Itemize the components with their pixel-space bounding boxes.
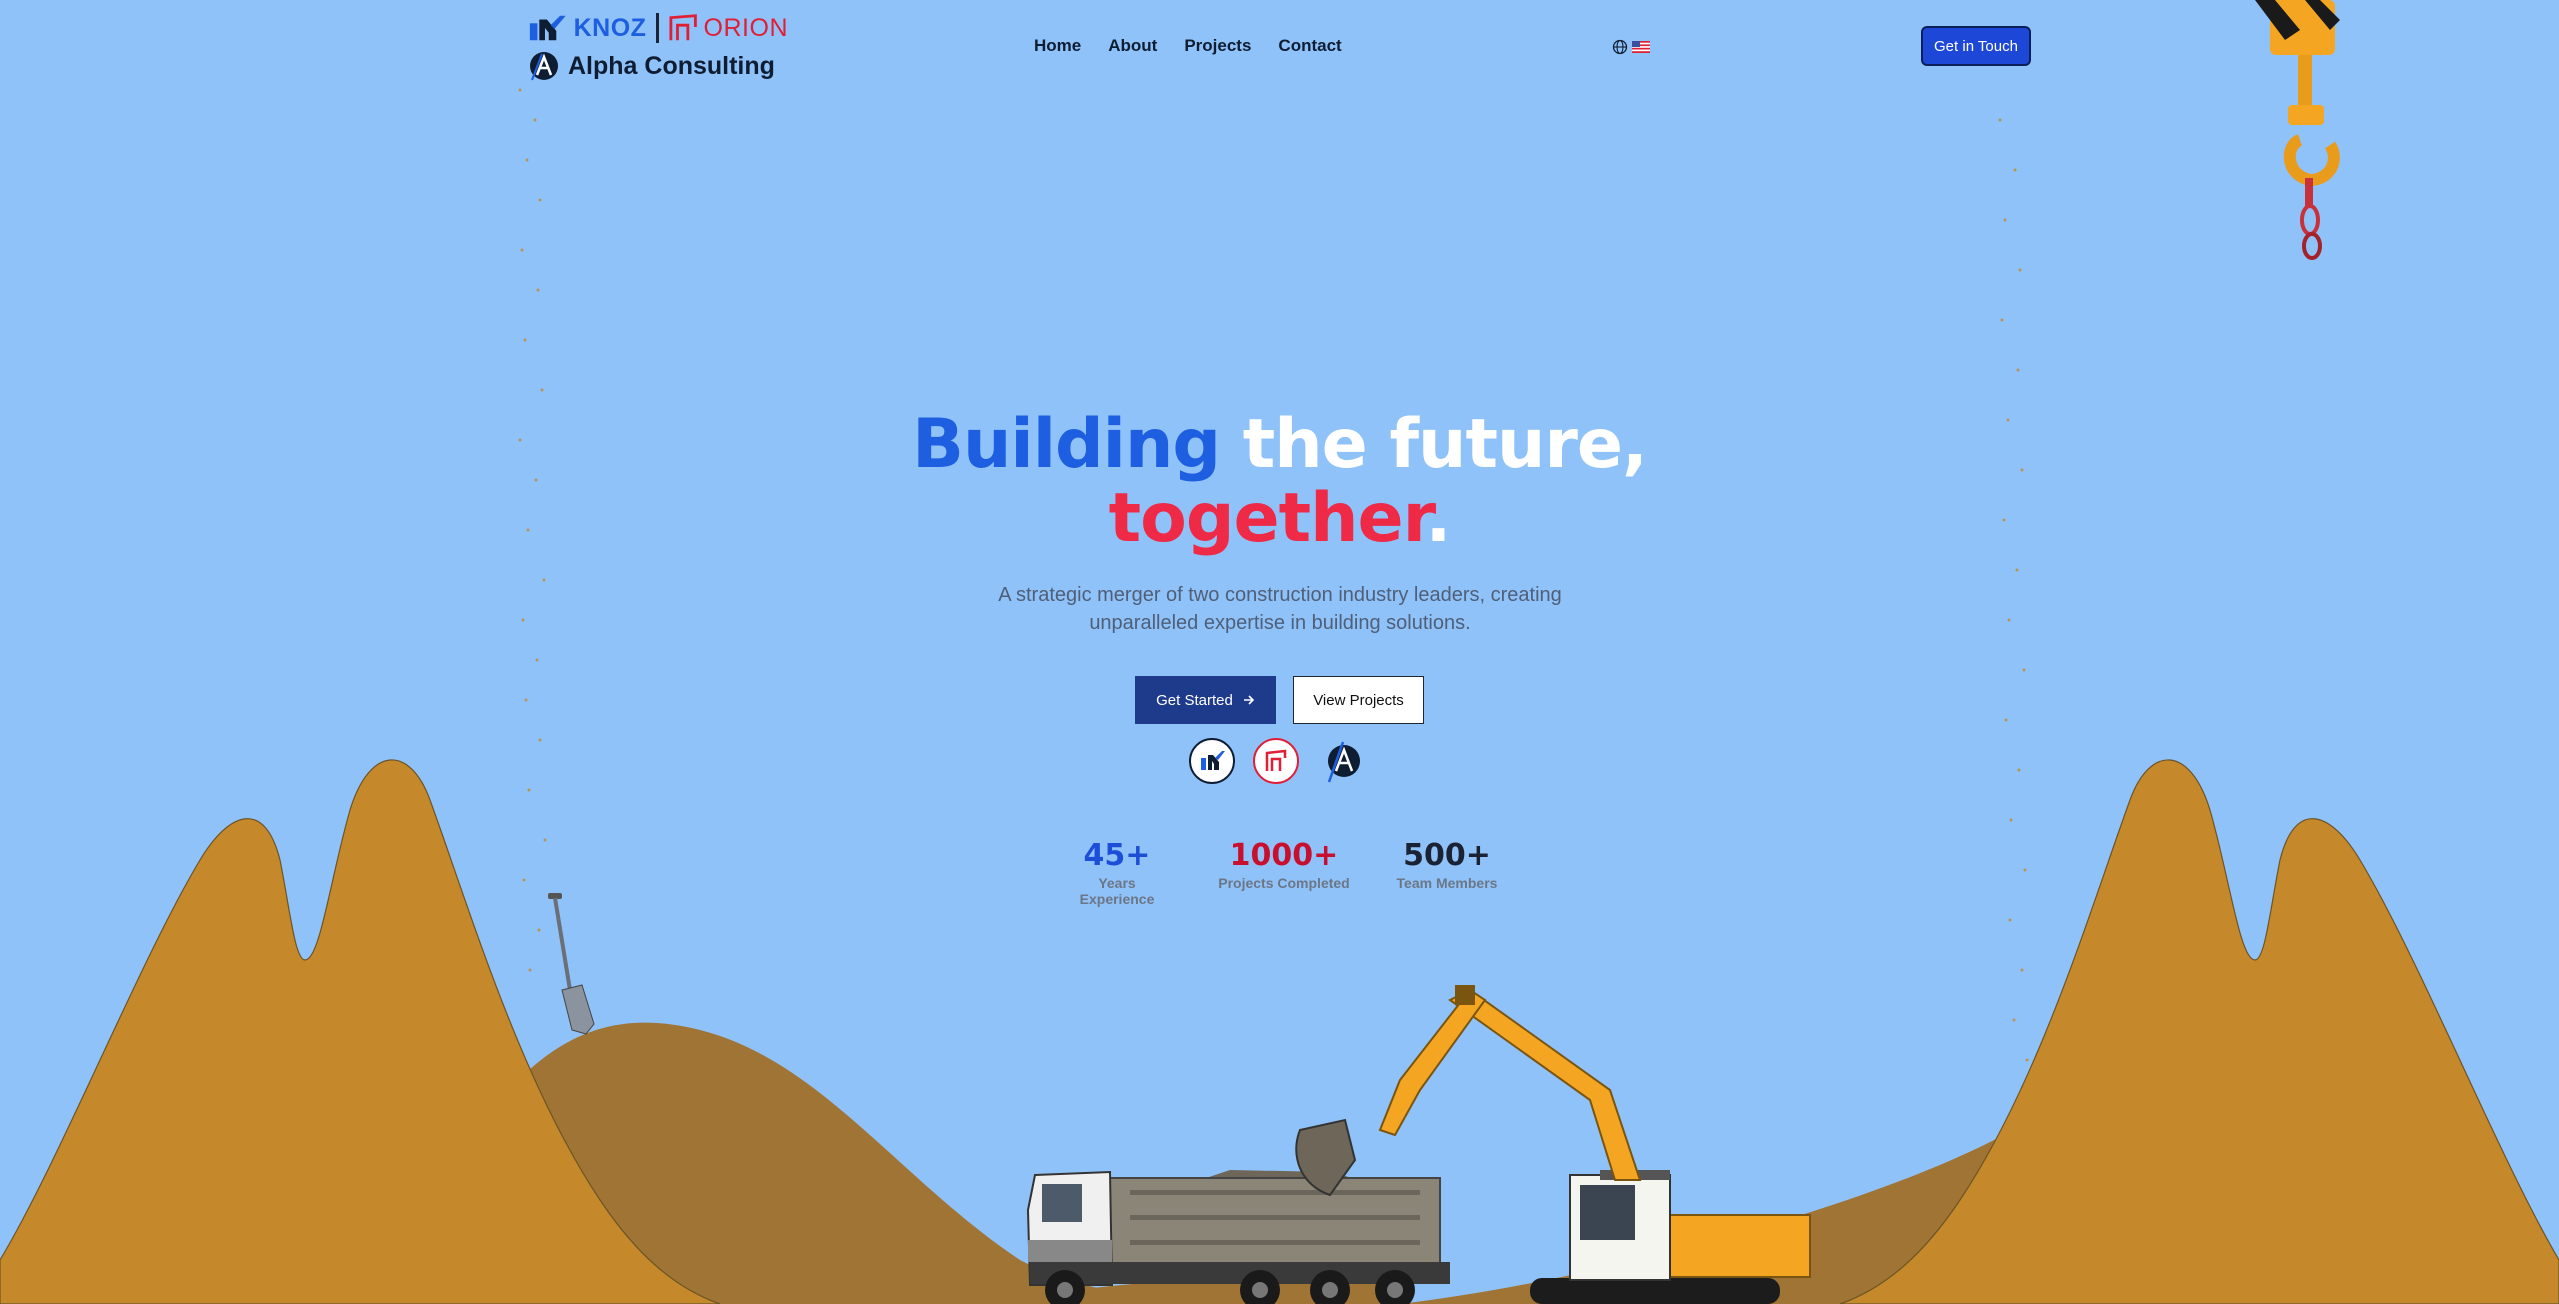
hero-title-future: the future,: [1220, 405, 1648, 484]
stat-team: 500+ Team Members: [1392, 838, 1502, 891]
stat-projects-value: 1000+: [1229, 838, 1339, 873]
language-switcher[interactable]: [1612, 39, 1650, 55]
alpha-badge: [1321, 738, 1367, 784]
orion-badge: [1253, 738, 1299, 784]
nav-contact[interactable]: Contact: [1278, 36, 1341, 56]
dirt-particles-right: [1998, 118, 2029, 1062]
nav-about[interactable]: About: [1108, 36, 1157, 56]
alpha-logo-icon: [1327, 741, 1360, 783]
get-started-button[interactable]: Get Started: [1135, 676, 1276, 724]
stat-team-value: 500+: [1403, 838, 1491, 873]
brand-row-alpha: Alpha Consulting: [528, 50, 788, 82]
orion-brand-text: ORION: [703, 13, 788, 42]
hero-title-period: .: [1425, 479, 1452, 558]
hero-subtitle: A strategic merger of two construction i…: [998, 584, 1562, 634]
knoz-logo-icon: [529, 15, 566, 41]
dirt-hill-right: [1839, 759, 2559, 1304]
stat-team-label: Team Members: [1396, 875, 1498, 891]
get-in-touch-button[interactable]: Get in Touch: [1921, 26, 2031, 66]
brand-divider: [656, 13, 660, 43]
globe-icon: [1612, 39, 1628, 55]
hero-title: Building the future, together.: [0, 408, 2559, 556]
brand-row-partners: KNOZ ORION: [528, 10, 788, 46]
hero-illustration: [0, 0, 2559, 1304]
alpha-brand-text: Alpha Consulting: [568, 51, 775, 80]
arrow-right-icon: [1243, 695, 1254, 705]
crane-hook-icon: [2255, 0, 2340, 260]
view-projects-button[interactable]: View Projects: [1293, 676, 1424, 724]
main-nav: Home About Projects Contact: [1034, 36, 1369, 56]
construction-scene: [0, 0, 2559, 1304]
knoz-badge: [1189, 738, 1235, 784]
nav-home[interactable]: Home: [1034, 36, 1081, 56]
alpha-logo-icon: [530, 52, 558, 81]
brand-logo-group[interactable]: KNOZ ORION Alpha Consulting: [528, 10, 788, 82]
hero-title-together: together: [1108, 479, 1427, 558]
stat-years-value: 45+: [1083, 838, 1151, 873]
shovel-icon: [548, 893, 595, 1035]
nav-projects[interactable]: Projects: [1184, 36, 1251, 56]
knoz-brand-text: KNOZ: [573, 13, 647, 42]
get-started-label: Get Started: [1156, 691, 1233, 709]
dump-truck-icon: [1026, 1170, 1450, 1304]
stat-projects-label: Projects Completed: [1218, 875, 1350, 891]
stat-years-label: Years Experience: [1079, 875, 1155, 907]
stat-years: 45+ Years Experience: [1062, 838, 1172, 907]
knoz-logo-icon: [1201, 751, 1225, 770]
orion-logo-icon: [1265, 749, 1287, 771]
stat-projects: 1000+ Projects Completed: [1218, 838, 1350, 891]
orion-logo-icon: [669, 14, 698, 41]
hero-title-building: Building: [912, 405, 1221, 484]
us-flag-icon: [1632, 41, 1650, 53]
